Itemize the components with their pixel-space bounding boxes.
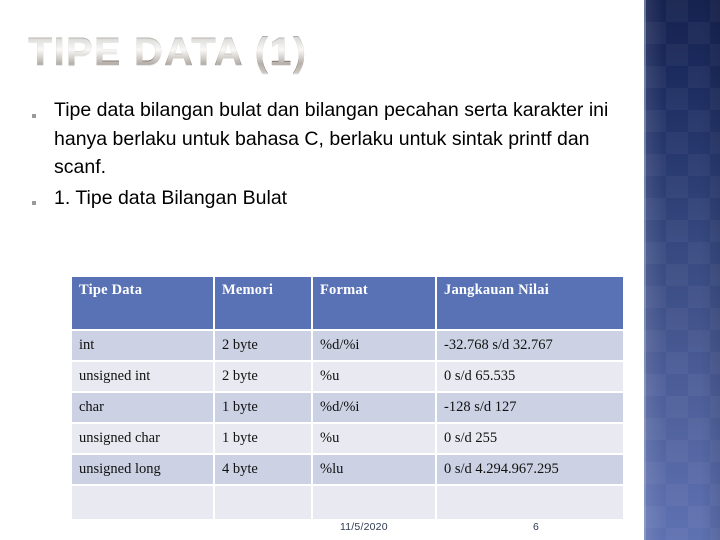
cell-format: %u (312, 423, 437, 455)
cell-memori (214, 485, 313, 521)
cell-jangkauan-nilai (436, 485, 623, 521)
table-row: unsigned long 4 byte %lu 0 s/d 4.294.967… (72, 454, 623, 486)
footer-date: 11/5/2020 (340, 521, 388, 533)
footer-page-number: 6 (533, 521, 539, 533)
bullet-item: Tipe data bilangan bulat dan bilangan pe… (32, 96, 612, 182)
cell-format: %d/%i (312, 392, 437, 424)
slide-body: Tipe data bilangan bulat dan bilangan pe… (32, 96, 612, 215)
presentation-slide: Tipe Data (1) Tipe data bilangan bulat d… (0, 0, 720, 540)
table-row: unsigned char 1 byte %u 0 s/d 255 (72, 423, 623, 455)
table-row: unsigned int 2 byte %u 0 s/d 65.535 (72, 361, 623, 393)
data-table-container: Tipe Data Memori Format Jangkauan Nilai … (72, 277, 623, 521)
cell-memori: 4 byte (214, 454, 313, 486)
cell-jangkauan-nilai: -32.768 s/d 32.767 (436, 330, 623, 362)
cell-memori: 2 byte (214, 330, 313, 362)
square-bullet-icon (32, 96, 54, 125)
cell-tipe-data (72, 485, 215, 521)
tipe-data-table: Tipe Data Memori Format Jangkauan Nilai … (72, 277, 623, 521)
cell-tipe-data: unsigned int (72, 361, 215, 393)
bullet-item-text: Tipe data bilangan bulat dan bilangan pe… (54, 99, 609, 178)
table-header-row: Tipe Data Memori Format Jangkauan Nilai (72, 277, 623, 331)
column-header-jangkauan-nilai: Jangkauan Nilai (436, 277, 623, 331)
column-header-format: Format (312, 277, 437, 331)
cell-tipe-data: unsigned char (72, 423, 215, 455)
cell-tipe-data: char (72, 392, 215, 424)
cell-memori: 1 byte (214, 423, 313, 455)
bullet-item: 1. Tipe data Bilangan Bulat (32, 184, 612, 213)
cell-memori: 2 byte (214, 361, 313, 393)
table-row: char 1 byte %d/%i -128 s/d 127 (72, 392, 623, 424)
bullet-item-text: 1. Tipe data Bilangan Bulat (54, 186, 288, 209)
cell-format: %lu (312, 454, 437, 486)
cell-format: %d/%i (312, 330, 437, 362)
table-row-empty (72, 485, 623, 521)
table-row: int 2 byte %d/%i -32.768 s/d 32.767 (72, 330, 623, 362)
band-sheen-overlay (644, 0, 720, 540)
column-header-memori: Memori (214, 277, 313, 331)
cell-jangkauan-nilai: -128 s/d 127 (436, 392, 623, 424)
cell-jangkauan-nilai: 0 s/d 65.535 (436, 361, 623, 393)
cell-format (312, 485, 437, 521)
cell-memori: 1 byte (214, 392, 313, 424)
cell-format: %u (312, 361, 437, 393)
slide-title: Tipe Data (1) (28, 27, 608, 79)
square-bullet-icon (32, 184, 54, 213)
cell-jangkauan-nilai: 0 s/d 255 (436, 423, 623, 455)
decorative-side-band (642, 0, 720, 540)
cell-tipe-data: unsigned long (72, 454, 215, 486)
cell-tipe-data: int (72, 330, 215, 362)
cell-jangkauan-nilai: 0 s/d 4.294.967.295 (436, 454, 623, 486)
column-header-tipe-data: Tipe Data (72, 277, 215, 331)
